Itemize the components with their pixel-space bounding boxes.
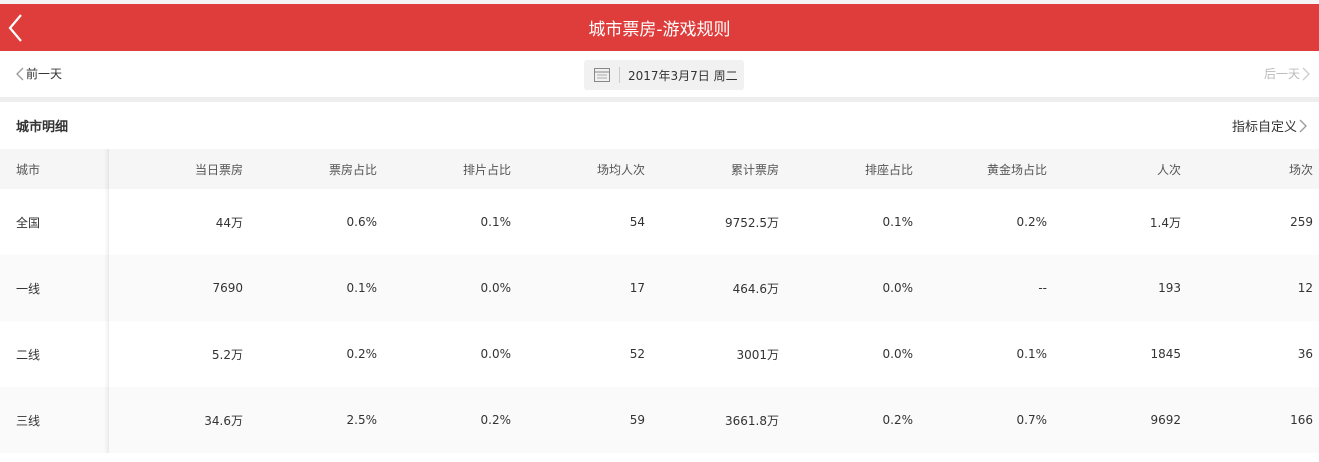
- section-header: 城市明细 指标自定义: [0, 102, 1319, 149]
- column-header-prime-time-share[interactable]: 黄金场占比: [919, 149, 1053, 189]
- back-button[interactable]: [4, 11, 28, 45]
- table-row[interactable]: 一线 7690 0.1% 0.0% 17 464.6万 0.0% -- 193 …: [0, 255, 1319, 321]
- cell-value: 5.2万: [211, 347, 243, 362]
- cell-value: 0.0%: [480, 347, 512, 361]
- cell-value: --: [1038, 281, 1047, 295]
- cell-city: 一线: [0, 255, 109, 321]
- column-header-box-office-share[interactable]: 票房占比: [249, 149, 383, 189]
- chevron-right-icon: [1302, 67, 1310, 80]
- cell-value: 0.0%: [882, 281, 914, 295]
- customize-metrics-button[interactable]: 指标自定义: [1232, 116, 1309, 135]
- cell-city: 全国: [0, 189, 109, 255]
- selected-date: 2017年3月7日 周二: [628, 68, 738, 83]
- cell-value: 2.5%: [346, 413, 378, 427]
- cell-value: 0.7%: [1016, 413, 1048, 427]
- cell-value: 464.6万: [732, 281, 779, 296]
- cell-value: 0.1%: [346, 281, 378, 295]
- column-header-avg-attendance[interactable]: 场均人次: [517, 149, 651, 189]
- cell-city: 三线: [0, 387, 109, 453]
- cell-value: 0.1%: [1016, 347, 1048, 361]
- table-header-row: 城市 当日票房 票房占比 排片占比 场均人次 累计票房 排座占比 黄金场占比 人…: [0, 149, 1319, 189]
- column-header-total-box-office[interactable]: 累计票房: [651, 149, 785, 189]
- cell-value: 0.2%: [480, 413, 512, 427]
- title-bar: 城市票房-游戏规则: [0, 4, 1319, 51]
- prev-day-label: 前一天: [26, 67, 63, 81]
- cell-value: 59: [629, 413, 645, 427]
- date-picker-button[interactable]: 2017年3月7日 周二: [584, 60, 744, 90]
- section-title: 城市明细: [16, 120, 69, 135]
- cell-value: 0.0%: [882, 347, 914, 361]
- date-navigation: 前一天 2017年3月7日 周二 后一天: [0, 51, 1319, 97]
- cell-value: 34.6万: [204, 413, 243, 428]
- cell-value: 0.2%: [346, 347, 378, 361]
- column-header-seat-share[interactable]: 排座占比: [785, 149, 919, 189]
- cell-value: 259: [1290, 215, 1313, 229]
- cell-value: 9692: [1150, 413, 1181, 427]
- cell-value: 0.6%: [346, 215, 378, 229]
- page-title: 城市票房-游戏规则: [588, 20, 731, 40]
- cell-value: 0.1%: [480, 215, 512, 229]
- column-header-admissions[interactable]: 人次: [1053, 149, 1187, 189]
- column-header-daily-box-office[interactable]: 当日票房: [109, 149, 249, 189]
- cell-value: 0.1%: [882, 215, 914, 229]
- column-header-screening-share[interactable]: 排片占比: [383, 149, 517, 189]
- cell-value: 0.0%: [480, 281, 512, 295]
- cell-value: 1.4万: [1149, 215, 1181, 230]
- cell-value: 1845: [1150, 347, 1181, 361]
- divider: [619, 67, 620, 83]
- cell-value: 52: [629, 347, 645, 361]
- table-row[interactable]: 全国 44万 0.6% 0.1% 54 9752.5万 0.1% 0.2% 1.…: [0, 189, 1319, 255]
- chevron-right-icon: [1299, 119, 1307, 132]
- calendar-icon: [594, 68, 610, 82]
- cell-value: 193: [1158, 281, 1181, 295]
- cell-value: 54: [629, 215, 645, 229]
- cell-value: 0.2%: [1016, 215, 1048, 229]
- city-detail-card: 城市明细 指标自定义 城市 当日票房 票房占比 排片占比 场均人次 累计票房 排…: [0, 102, 1319, 462]
- cell-value: 3001万: [736, 347, 779, 362]
- cell-value: 7690: [212, 281, 243, 295]
- cell-value: 3661.8万: [725, 413, 779, 428]
- prev-day-button[interactable]: 前一天: [14, 65, 62, 82]
- next-day-label: 后一天: [1263, 67, 1300, 81]
- table-row[interactable]: 二线 5.2万 0.2% 0.0% 52 3001万 0.0% 0.1% 184…: [0, 321, 1319, 387]
- cell-value: 166: [1290, 413, 1313, 427]
- customize-metrics-label: 指标自定义: [1231, 120, 1297, 135]
- cell-value: 0.2%: [882, 413, 914, 427]
- cell-value: 44万: [215, 215, 243, 230]
- chevron-left-icon: [8, 14, 22, 42]
- cell-value: 36: [1297, 347, 1313, 361]
- next-day-button: 后一天: [1264, 65, 1312, 82]
- table-row[interactable]: 三线 34.6万 2.5% 0.2% 59 3661.8万 0.2% 0.7% …: [0, 387, 1319, 453]
- cell-city: 二线: [0, 321, 109, 387]
- cell-value: 9752.5万: [725, 215, 779, 230]
- chevron-left-icon: [16, 67, 24, 80]
- column-header-screenings[interactable]: 场次: [1187, 149, 1319, 189]
- cell-value: 17: [629, 281, 645, 295]
- cell-value: 12: [1297, 281, 1313, 295]
- column-header-city[interactable]: 城市: [0, 149, 109, 189]
- city-table: 城市 当日票房 票房占比 排片占比 场均人次 累计票房 排座占比 黄金场占比 人…: [0, 149, 1319, 453]
